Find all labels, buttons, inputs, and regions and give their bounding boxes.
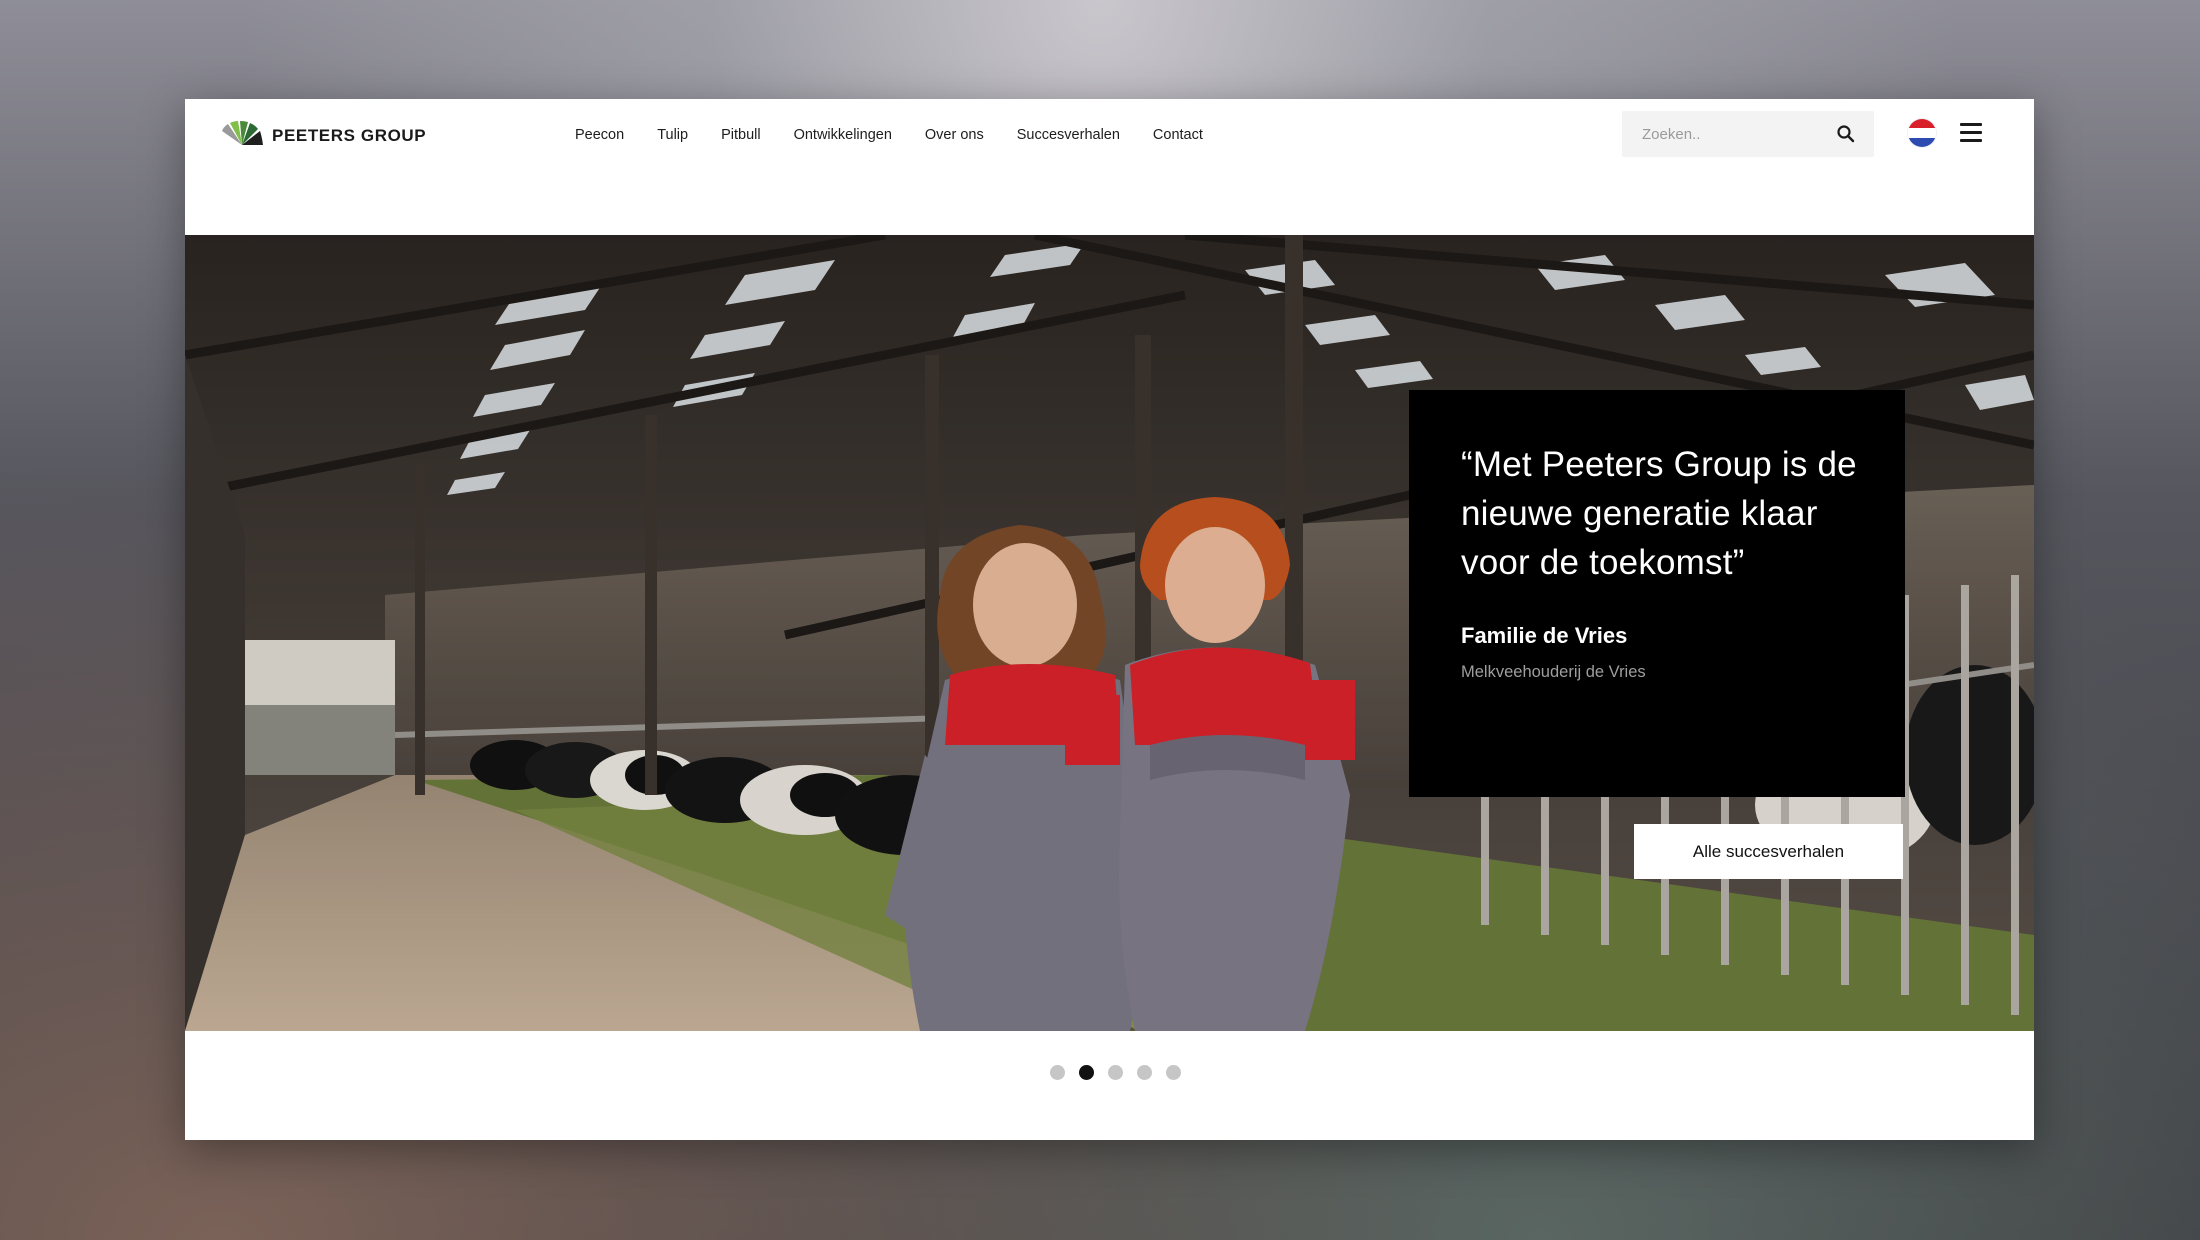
carousel-dot-2[interactable] — [1079, 1065, 1094, 1080]
nav-item-succesverhalen[interactable]: Succesverhalen — [1017, 127, 1120, 143]
site-header: PEETERS GROUP Peecon Tulip Pitbull Ontwi… — [185, 99, 2034, 235]
website-window: PEETERS GROUP Peecon Tulip Pitbull Ontwi… — [185, 99, 2034, 1140]
nav-item-tulip[interactable]: Tulip — [657, 127, 688, 143]
menu-bar — [1960, 131, 1982, 134]
dutch-flag-icon[interactable] — [1908, 119, 1936, 147]
flag-blue-stripe — [1908, 137, 1936, 147]
brand-name: PEETERS GROUP — [272, 126, 427, 145]
search-box — [1622, 111, 1874, 157]
nav-item-ontwikkelingen[interactable]: Ontwikkelingen — [794, 127, 892, 143]
search-input[interactable] — [1640, 124, 1834, 144]
testimonial-role: Melkveehouderij de Vries — [1461, 663, 1646, 681]
nav-item-over-ons[interactable]: Over ons — [925, 127, 984, 143]
nav-item-contact[interactable]: Contact — [1153, 127, 1203, 143]
carousel-pagination — [185, 1065, 2034, 1080]
brand-logo[interactable]: PEETERS GROUP — [220, 121, 426, 147]
peeters-fan-logo-icon — [222, 121, 263, 145]
nav-item-peecon[interactable]: Peecon — [575, 127, 624, 143]
carousel-dot-5[interactable] — [1166, 1065, 1181, 1080]
all-success-stories-button[interactable]: Alle succesverhalen — [1634, 824, 1903, 879]
menu-bar — [1960, 123, 1982, 126]
carousel-dot-4[interactable] — [1137, 1065, 1152, 1080]
carousel-dot-3[interactable] — [1108, 1065, 1123, 1080]
main-navigation: Peecon Tulip Pitbull Ontwikkelingen Over… — [575, 127, 1203, 143]
flag-red-stripe — [1908, 119, 1936, 129]
testimonial-card: “Met Peeters Group is de nieuwe generati… — [1409, 390, 1905, 797]
nav-item-pitbull[interactable]: Pitbull — [721, 127, 761, 143]
hamburger-menu-icon[interactable] — [1960, 123, 1982, 142]
flag-white-stripe — [1908, 128, 1936, 138]
testimonial-author: Familie de Vries — [1461, 623, 1628, 648]
menu-bar — [1960, 139, 1982, 142]
hero-slide: “Met Peeters Group is de nieuwe generati… — [185, 235, 2034, 1031]
carousel-dot-1[interactable] — [1050, 1065, 1065, 1080]
search-icon[interactable] — [1836, 124, 1856, 144]
testimonial-quote: “Met Peeters Group is de nieuwe generati… — [1461, 445, 1857, 582]
